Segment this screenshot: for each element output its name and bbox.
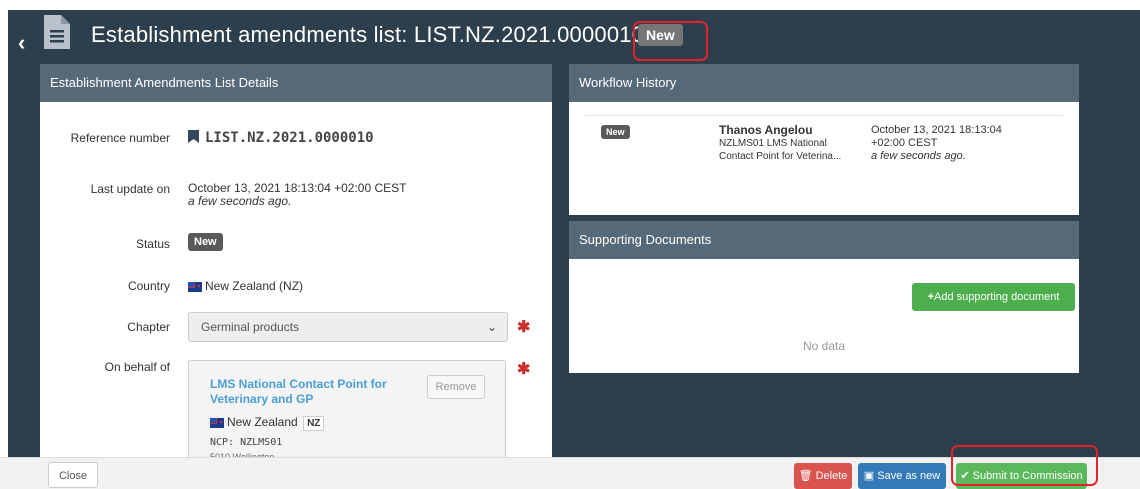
workflow-user-org-1: NZLMS01 LMS National: [719, 138, 827, 149]
details-panel: Establishment Amendments List Details Re…: [40, 64, 552, 489]
nz-flag-icon: [188, 281, 202, 292]
delete-button[interactable]: 🗑︎ Delete: [794, 463, 852, 489]
trash-icon: 🗑︎: [798, 470, 813, 482]
chapter-select[interactable]: Germinal products ⌄: [188, 312, 508, 342]
status-value-badge: New: [188, 233, 223, 251]
supporting-documents-panel: Supporting Documents +Add supporting doc…: [569, 221, 1079, 373]
reference-value-row: LIST.NZ.2021.0000010: [188, 130, 374, 146]
workflow-status: New: [601, 124, 630, 139]
back-chevron-icon[interactable]: ‹: [18, 30, 25, 56]
behalf-country: New Zealand NZ: [210, 415, 325, 431]
country-value-row: New Zealand (NZ): [188, 279, 303, 293]
required-asterisk-icon: ✱: [517, 361, 531, 378]
workflow-relative: a few seconds ago.: [871, 150, 966, 162]
chapter-select-value: Germinal products: [201, 320, 300, 334]
workflow-panel: Workflow History New Thanos Angelou NZLM…: [569, 64, 1079, 215]
workflow-heading: Workflow History: [569, 64, 1079, 102]
country-code-tag: NZ: [303, 416, 325, 431]
nz-flag-icon: [210, 417, 224, 428]
highlight-box-submit: [951, 445, 1098, 486]
country-value: New Zealand (NZ): [205, 279, 304, 293]
workflow-date-2: +02:00 CEST: [871, 137, 938, 149]
workflow-status-badge: New: [601, 125, 630, 139]
required-asterisk-icon: ✱: [517, 319, 531, 336]
workflow-date-1: October 13, 2021 18:13:04: [871, 124, 1002, 136]
workflow-user-name: Thanos Angelou: [719, 123, 813, 137]
no-data-text: No data: [802, 339, 846, 353]
last-update-label: Last update on: [90, 182, 170, 196]
behalf-name-link[interactable]: LMS National Contact Point for Veterinar…: [210, 377, 400, 407]
country-label: Country: [127, 279, 170, 293]
highlight-box-status: [633, 21, 708, 61]
supporting-documents-heading: Supporting Documents: [569, 221, 1079, 259]
workflow-divider: [585, 115, 1063, 116]
last-update-value: October 13, 2021 18:13:04 +02:00 CEST a …: [188, 182, 406, 208]
document-icon: [44, 15, 70, 49]
bookmark-icon: [188, 130, 199, 143]
delete-label: Delete: [815, 470, 848, 482]
workflow-user-org-2: Contact Point for Veterina...: [719, 151, 842, 162]
chapter-label: Chapter: [127, 320, 170, 334]
behalf-ncp: NCP: NZLMS01: [210, 437, 283, 448]
reference-value: LIST.NZ.2021.0000010: [205, 130, 374, 146]
chevron-down-icon: ⌄: [486, 320, 497, 334]
details-panel-heading: Establishment Amendments List Details: [40, 64, 552, 102]
floppy-icon: ▣: [863, 470, 875, 482]
workflow-date: October 13, 2021 18:13:04 +02:00 CEST a …: [871, 124, 1002, 163]
status-value: New: [188, 233, 223, 251]
remove-button[interactable]: Remove: [427, 375, 485, 399]
save-as-new-button[interactable]: ▣ Save as new: [858, 463, 946, 489]
workflow-user: Thanos Angelou NZLMS01 LMS National Cont…: [719, 124, 859, 163]
close-button[interactable]: Close: [48, 462, 98, 488]
save-as-new-label: Save as new: [877, 470, 941, 482]
add-supporting-document-button[interactable]: +Add supporting document: [912, 283, 1075, 311]
reference-label: Reference number: [70, 131, 170, 145]
page-title: Establishment amendments list: LIST.NZ.2…: [91, 22, 645, 47]
status-label: Status: [135, 237, 170, 251]
behalf-label: On behalf of: [104, 360, 170, 374]
add-supporting-document-label: Add supporting document: [934, 291, 1060, 303]
behalf-country-name: New Zealand: [227, 415, 298, 429]
last-update-relative: a few seconds ago.: [188, 194, 292, 208]
